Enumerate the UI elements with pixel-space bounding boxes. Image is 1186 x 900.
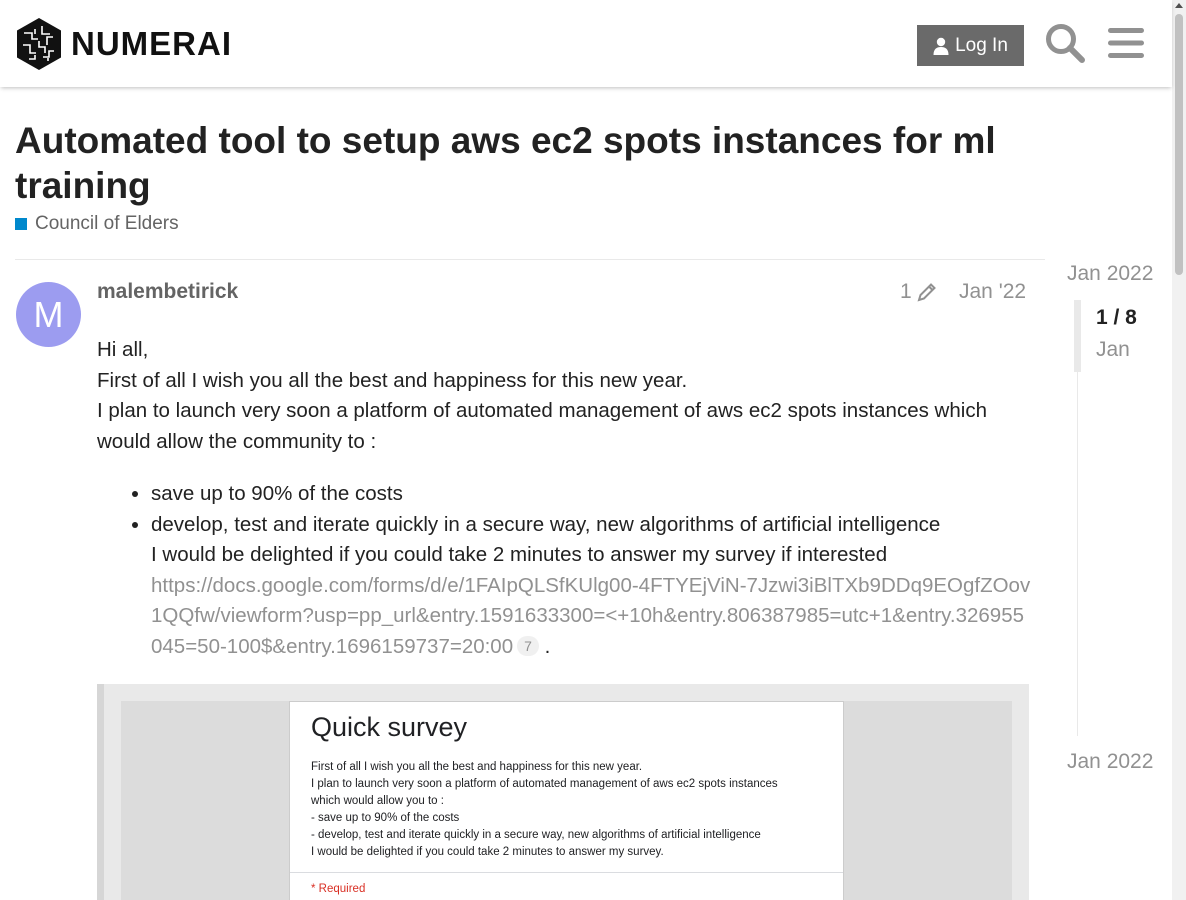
hamburger-menu-icon[interactable] — [1107, 27, 1145, 64]
trailing-period: . — [544, 634, 551, 658]
timeline-start-date[interactable]: Jan 2022 — [1067, 262, 1153, 286]
survey-image-lightbox[interactable]: Quick survey First of all I wish you all… — [97, 684, 1029, 900]
site-header: NUMERAI Log In — [0, 0, 1172, 87]
bullet-item: develop, test and iterate quickly in a s… — [151, 510, 1032, 663]
post-paragraph: First of all I wish you all the best and… — [97, 368, 688, 392]
avatar[interactable]: M — [16, 282, 81, 347]
survey-line: which would allow you to : — [311, 795, 444, 807]
bullet-text: develop, test and iterate quickly in a s… — [151, 512, 941, 536]
post-bullet-list: save up to 90% of the costs develop, tes… — [97, 479, 1032, 662]
timeline-end-date[interactable]: Jan 2022 — [1067, 750, 1153, 774]
edit-count: 1 — [900, 280, 912, 303]
survey-form-preview: Quick survey First of all I wish you all… — [289, 701, 844, 900]
bullet-text: save up to 90% of the costs — [151, 482, 403, 505]
login-label: Log In — [955, 34, 1008, 56]
post-paragraph: Hi all, — [97, 338, 149, 361]
survey-link[interactable]: https://docs.google.com/forms/d/e/1FAIpQ… — [151, 574, 1030, 658]
bullet-item: save up to 90% of the costs — [151, 479, 1032, 510]
pencil-icon — [917, 283, 936, 302]
survey-line: I plan to launch very soon a platform of… — [311, 778, 778, 790]
category-name: Council of Elders — [35, 213, 179, 234]
category-badge[interactable]: Council of Elders — [15, 213, 179, 235]
survey-required-note: * Required — [311, 883, 366, 895]
search-icon[interactable] — [1044, 22, 1086, 69]
survey-request-text: I would be delighted if you could take 2… — [151, 543, 888, 566]
topic-divider — [15, 259, 1045, 260]
survey-title: Quick survey — [311, 712, 468, 742]
login-button[interactable]: Log In — [917, 25, 1024, 66]
topic-title[interactable]: Automated tool to setup aws ec2 spots in… — [15, 118, 1055, 208]
avatar-letter: M — [33, 293, 64, 335]
timeline-current-date: Jan — [1096, 338, 1130, 361]
topic-timeline: Jan 2022 1 / 8 Jan Jan 2022 — [1060, 258, 1170, 778]
post-username[interactable]: malembetirick — [97, 280, 238, 304]
category-color-square — [15, 218, 27, 230]
post-date[interactable]: Jan '22 — [959, 280, 1026, 304]
scroll-up-arrow-icon[interactable] — [1175, 3, 1183, 8]
post-body: Hi all, First of all I wish you all the … — [97, 335, 1032, 662]
survey-image: Quick survey First of all I wish you all… — [121, 701, 1012, 900]
survey-line: - save up to 90% of the costs — [311, 812, 460, 824]
survey-divider — [290, 872, 843, 873]
link-click-count: 7 — [517, 635, 539, 656]
site-logo[interactable]: NUMERAI — [15, 17, 232, 71]
survey-line: I would be delighted if you could take 2… — [311, 846, 664, 858]
user-icon — [933, 37, 949, 55]
page-scrollbar[interactable] — [1172, 0, 1186, 900]
logo-text: NUMERAI — [71, 25, 232, 62]
survey-line: First of all I wish you all the best and… — [311, 761, 643, 773]
edit-history[interactable]: 1 — [900, 280, 938, 304]
survey-line: - develop, test and iterate quickly in a… — [311, 829, 761, 841]
timeline-position: 1 / 8 — [1096, 306, 1137, 329]
scrollbar-thumb[interactable] — [1175, 14, 1183, 275]
timeline-handle[interactable] — [1074, 300, 1081, 372]
survey-description: First of all I wish you all the best and… — [311, 759, 778, 861]
numerai-logo-icon — [17, 18, 61, 70]
post-paragraph: I plan to launch very soon a platform of… — [97, 399, 987, 453]
